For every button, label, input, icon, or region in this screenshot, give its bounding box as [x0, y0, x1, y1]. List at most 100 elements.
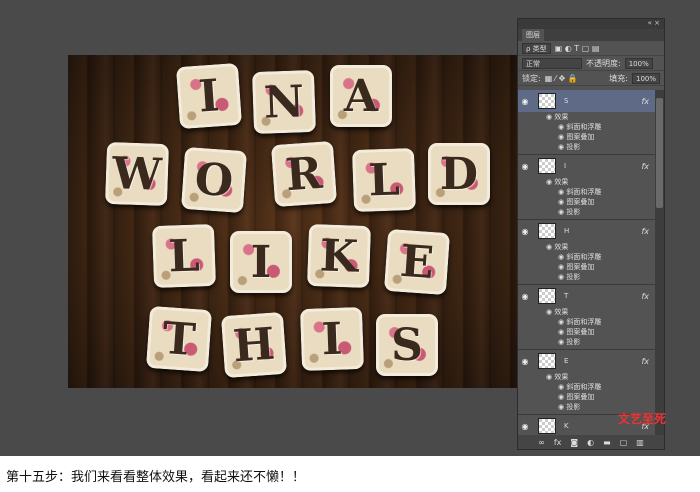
fx-icon[interactable]: fx [641, 357, 649, 366]
visibility-eye-icon[interactable]: ◉ [518, 227, 532, 236]
layer-name: E [564, 357, 569, 365]
opacity-input[interactable]: 100% [624, 57, 653, 69]
panel-footer: ∞ fx ◙ ◐ ▬ ▢ ▥ [518, 435, 664, 449]
visibility-eye-icon[interactable]: ◉ [518, 162, 532, 171]
tab-layers[interactable]: 图层 [522, 29, 544, 41]
effect-item[interactable]: ◉ 投影 [518, 142, 655, 152]
workspace: INAWORLDLIKETHIS « × 图层 ρ 类型 ▣ ◐ T ▢ ▤ 正常… [0, 0, 700, 456]
layer-thumbnail [538, 93, 556, 109]
visibility-eye-icon[interactable]: ◉ [518, 357, 532, 366]
effect-label: 图案叠加 [566, 328, 595, 336]
opacity-label: 不透明度: [586, 58, 621, 68]
layer-row[interactable]: ◉ Hfx ◉ 效果 ◉ 斜面和浮雕 ◉ 图案叠加 ◉ 投影 [518, 220, 655, 285]
effect-label: 斜面和浮雕 [566, 253, 602, 261]
layer-name: S [564, 97, 569, 105]
letter-tile: N [251, 69, 317, 135]
fx-icon[interactable]: fx [641, 292, 649, 301]
fx-icon[interactable]: fx [641, 97, 649, 106]
filter-select[interactable]: ρ 类型 [522, 42, 551, 54]
document-canvas: INAWORLDLIKETHIS [68, 55, 518, 388]
watermark: 文艺至死 [618, 412, 667, 426]
letter-tile: K [306, 223, 372, 289]
folder-icon[interactable]: ▬ [603, 438, 611, 447]
letter-tile: E [383, 228, 451, 296]
effects-row[interactable]: ◉ 效果 [518, 372, 655, 382]
effect-label: 投影 [566, 208, 581, 216]
effect-label: 斜面和浮雕 [566, 188, 602, 196]
letter-tile: L [351, 147, 417, 213]
visibility-eye-icon[interactable]: ◉ [518, 422, 532, 431]
effect-label: 图案叠加 [566, 133, 595, 141]
filter-icons[interactable]: ▣ ◐ T ▢ ▤ [555, 44, 600, 53]
blend-mode-select[interactable]: 正常 [522, 57, 582, 69]
effects-row[interactable]: ◉ 效果 [518, 242, 655, 252]
scrollbar[interactable] [655, 90, 664, 435]
fill-label: 填充: [609, 73, 628, 83]
effect-item[interactable]: ◉ 斜面和浮雕 [518, 252, 655, 262]
fx-icon[interactable]: fx [641, 162, 649, 171]
layer-thumbnail [538, 158, 556, 174]
effect-item[interactable]: ◉ 投影 [518, 272, 655, 282]
layers-panel: « × 图层 ρ 类型 ▣ ◐ T ▢ ▤ 正常 不透明度: 100% 锁定: ▦ ⁄ … [517, 18, 665, 450]
effect-label: 图案叠加 [566, 198, 595, 206]
effects-row[interactable]: ◉ 效果 [518, 177, 655, 187]
trash-icon[interactable]: ▥ [636, 438, 644, 447]
effect-item[interactable]: ◉ 图案叠加 [518, 392, 655, 402]
mask-icon[interactable]: ◙ [570, 438, 578, 447]
effect-item[interactable]: ◉ 图案叠加 [518, 197, 655, 207]
effect-label: 斜面和浮雕 [566, 383, 602, 391]
effect-label: 投影 [566, 273, 581, 281]
caption: 第十五步：我们来看看整体效果，看起来还不懒！！ [6, 470, 306, 485]
layer-thumbnail [538, 288, 556, 304]
adjustment-icon[interactable]: ◐ [587, 438, 594, 447]
effect-item[interactable]: ◉ 斜面和浮雕 [518, 122, 655, 132]
letter-tile: I [299, 306, 365, 372]
layer-name: I [564, 162, 567, 170]
effect-label: 斜面和浮雕 [566, 318, 602, 326]
effect-item[interactable]: ◉ 图案叠加 [518, 327, 655, 337]
link-icon[interactable]: ∞ [538, 438, 545, 447]
layer-row[interactable]: ◉ Efx ◉ 效果 ◉ 斜面和浮雕 ◉ 图案叠加 ◉ 投影 [518, 350, 655, 415]
fill-input[interactable]: 100% [631, 72, 660, 84]
letter-tile: I [175, 62, 243, 130]
effects-row[interactable]: ◉ 效果 [518, 112, 655, 122]
effects-label: 效果 [554, 113, 569, 121]
letter-tile: H [220, 311, 288, 379]
letter-tile: O [180, 146, 248, 214]
letter-tile: A [330, 65, 392, 127]
layer-thumbnail [538, 223, 556, 239]
fx-icon[interactable]: fx [554, 438, 562, 447]
lock-label: 锁定: [522, 73, 541, 83]
layer-row[interactable]: ◉ Tfx ◉ 效果 ◉ 斜面和浮雕 ◉ 图案叠加 ◉ 投影 [518, 285, 655, 350]
effect-label: 斜面和浮雕 [566, 123, 602, 131]
fx-icon[interactable]: fx [641, 227, 649, 236]
visibility-eye-icon[interactable]: ◉ [518, 292, 532, 301]
effects-row[interactable]: ◉ 效果 [518, 307, 655, 317]
layer-row[interactable]: ◉ Sfx ◉ 效果 ◉ 斜面和浮雕 ◉ 图案叠加 ◉ 投影 [518, 90, 655, 155]
effect-label: 图案叠加 [566, 393, 595, 401]
letter-tile: I [230, 231, 292, 293]
effect-item[interactable]: ◉ 投影 [518, 207, 655, 217]
effects-label: 效果 [554, 178, 569, 186]
layer-thumbnail [538, 418, 556, 434]
layers-list: ◉ Sfx ◉ 效果 ◉ 斜面和浮雕 ◉ 图案叠加 ◉ 投影 ◉ Ifx ◉ 效果 ◉ 斜面和浮雕… [518, 90, 655, 435]
panel-controls[interactable]: « × [518, 19, 664, 29]
effects-label: 效果 [554, 373, 569, 381]
effect-label: 图案叠加 [566, 263, 595, 271]
effect-item[interactable]: ◉ 斜面和浮雕 [518, 317, 655, 327]
visibility-eye-icon[interactable]: ◉ [518, 97, 532, 106]
layer-row[interactable]: ◉ Ifx ◉ 效果 ◉ 斜面和浮雕 ◉ 图案叠加 ◉ 投影 [518, 155, 655, 220]
layer-name: H [564, 227, 570, 235]
effect-item[interactable]: ◉ 斜面和浮雕 [518, 382, 655, 392]
letter-tile: S [376, 314, 438, 376]
effect-label: 投影 [566, 338, 581, 346]
effect-item[interactable]: ◉ 斜面和浮雕 [518, 187, 655, 197]
effect-item[interactable]: ◉ 图案叠加 [518, 262, 655, 272]
layer-name: T [564, 292, 569, 300]
letter-tile: R [270, 140, 338, 208]
effect-item[interactable]: ◉ 投影 [518, 337, 655, 347]
lock-icons[interactable]: ▦ ⁄ ✥ 🔒 [545, 74, 578, 83]
new-layer-icon[interactable]: ▢ [620, 438, 628, 447]
effect-item[interactable]: ◉ 图案叠加 [518, 132, 655, 142]
letter-tile: L [151, 223, 217, 289]
